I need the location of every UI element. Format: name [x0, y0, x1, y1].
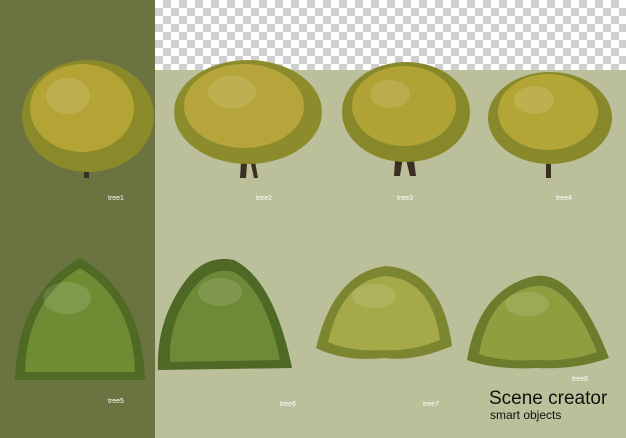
tree-label-4: tree4 [556, 195, 572, 202]
tree-8 [465, 268, 611, 372]
tree-1 [18, 48, 158, 183]
scene-canvas: tree1 tree2 tree3 tree4 tree5 tree6 tree… [0, 0, 626, 438]
tree-4 [486, 64, 614, 180]
tree-6 [156, 250, 294, 378]
tree-label-3: tree3 [397, 195, 413, 202]
tree-label-2: tree2 [256, 195, 272, 202]
brand-subtitle: smart objects [490, 408, 562, 422]
tree-2 [172, 50, 324, 182]
brand-block: Scene creator smart objects [489, 389, 607, 422]
tree-label-6: tree6 [280, 401, 296, 408]
tree-label-5: tree5 [108, 398, 124, 405]
tree-5 [13, 254, 147, 384]
tree-7 [314, 262, 454, 364]
tree-label-8: tree8 [572, 376, 588, 383]
tree-label-7: tree7 [423, 401, 439, 408]
tree-3 [340, 56, 472, 178]
brand-title: Scene creator [489, 388, 608, 409]
tree-label-1: tree1 [108, 195, 124, 202]
